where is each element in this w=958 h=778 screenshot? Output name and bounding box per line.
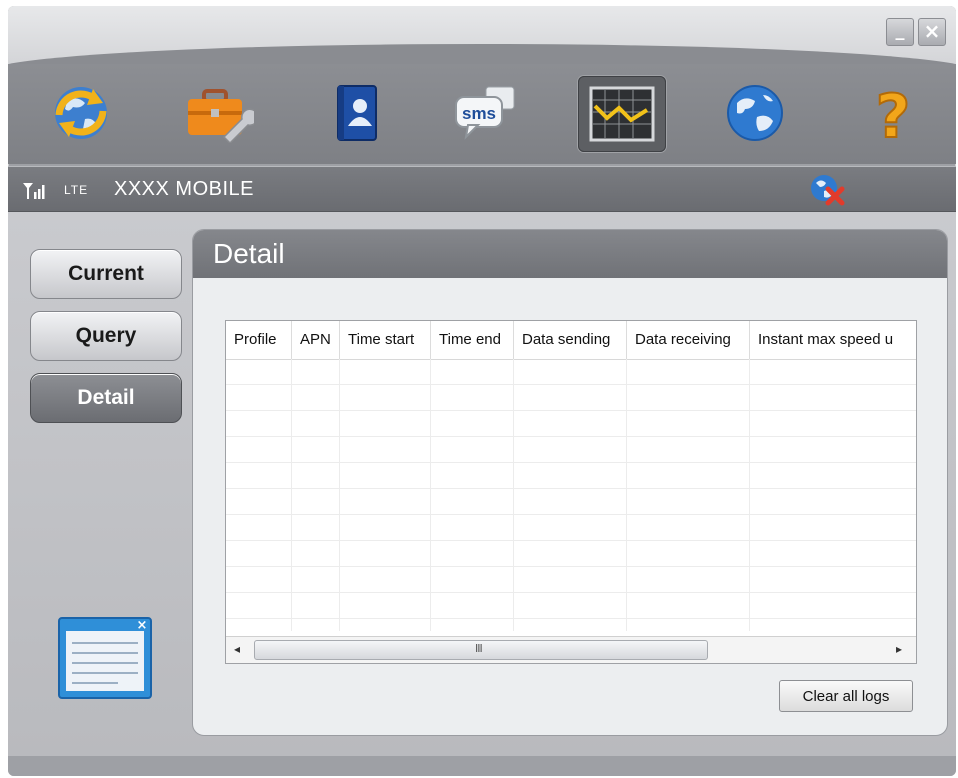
sms-bubble-icon: sms [455,86,515,140]
minimize-button[interactable]: _ [886,18,914,46]
status-bar: LTE XXXX MOBILE [8,166,956,212]
contacts-button[interactable] [322,78,392,148]
table-row [226,541,916,567]
help-button[interactable]: ? [858,78,928,148]
chart-line-icon [589,86,655,142]
column-divider [430,359,431,631]
column-header-instant-max-speed[interactable]: Instant max speed u [750,321,916,359]
column-header-profile[interactable]: Profile [226,321,292,359]
scroll-left-icon[interactable]: ◂ [234,642,240,656]
table-row [226,515,916,541]
column-divider [626,359,627,631]
panel-title: Detail [213,238,285,269]
scroll-thumb[interactable]: III [254,640,708,660]
close-button[interactable]: × [918,18,946,46]
scroll-grip-icon: III [475,642,483,655]
help-glyph: ? [876,82,911,145]
horizontal-scrollbar[interactable]: ◂ III ▸ [226,636,916,663]
column-divider [291,359,292,631]
nav-current-button[interactable]: Current [30,249,182,299]
browser-button[interactable] [720,78,790,148]
log-window-icon[interactable]: × [58,617,152,699]
app-window: _ × sms ? LTE XXXX MOBILE Current Query … [8,6,956,776]
sms-button[interactable]: sms [450,78,520,148]
nav-query-button[interactable]: Query [30,311,182,361]
table-header: Profile APN Time start Time end Data sen… [226,321,916,360]
column-divider [513,359,514,631]
content-area: Current Query Detail × Detail Profile AP… [8,211,956,756]
globe-refresh-icon [55,87,107,139]
detail-panel: Detail Profile APN Time start Time end D… [192,229,948,736]
table-row [226,385,916,411]
table-row [226,489,916,515]
widget-close-icon[interactable]: × [137,618,148,633]
column-divider [339,359,340,631]
title-bar: _ × [8,6,956,104]
column-header-data-receiving[interactable]: Data receiving [627,321,750,359]
table-row [226,359,916,385]
detail-table[interactable]: Profile APN Time start Time end Data sen… [225,320,917,664]
table-row [226,411,916,437]
nav-detail-button[interactable]: Detail [30,373,182,423]
clear-all-logs-button[interactable]: Clear all logs [779,680,913,712]
network-type: LTE [64,183,89,197]
globe-icon [727,85,783,141]
table-row [226,567,916,593]
settings-button[interactable] [184,78,254,148]
column-header-apn[interactable]: APN [292,321,340,359]
table-body [226,359,916,631]
statistics-button[interactable] [578,76,666,152]
column-header-time-start[interactable]: Time start [340,321,431,359]
question-icon: ? [875,81,912,145]
column-header-time-end[interactable]: Time end [431,321,514,359]
scroll-right-icon[interactable]: ▸ [896,642,902,656]
main-toolbar: sms ? [8,64,956,164]
table-row [226,463,916,489]
table-row [226,593,916,619]
table-row [226,437,916,463]
column-header-data-sending[interactable]: Data sending [514,321,627,359]
disconnected-globe-icon[interactable] [808,173,848,207]
carrier-name: XXXX MOBILE [114,178,254,200]
window-footer [8,756,956,776]
contacts-book-icon [337,85,377,141]
toolbox-wrench-icon [188,89,254,143]
sms-icon-label: sms [462,104,496,123]
column-divider [749,359,750,631]
panel-header: Detail [193,230,947,278]
signal-bars-icon [23,183,45,199]
connect-button[interactable] [46,78,116,148]
